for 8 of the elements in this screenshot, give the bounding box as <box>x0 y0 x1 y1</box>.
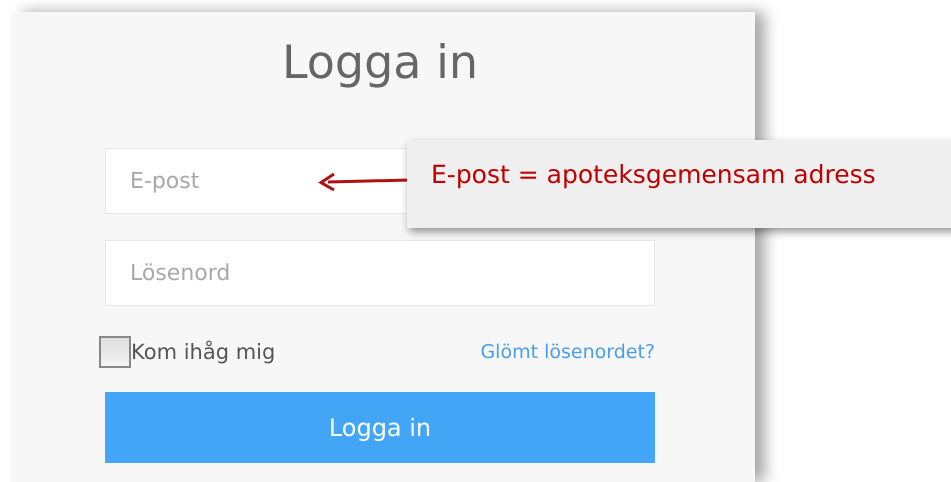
forgot-password-link[interactable]: Glömt lösenordet? <box>480 341 655 363</box>
login-button[interactable]: Logga in <box>105 392 655 463</box>
input-field[interactable]: Lösenord <box>105 240 655 306</box>
arrow-icon <box>318 172 410 192</box>
remember-label: Kom ihåg mig <box>131 340 276 364</box>
callout-tooltip: E-post = apoteksgemensam adress <box>407 140 951 228</box>
login-title: Logga in <box>280 34 480 91</box>
checkbox[interactable] <box>99 336 131 368</box>
